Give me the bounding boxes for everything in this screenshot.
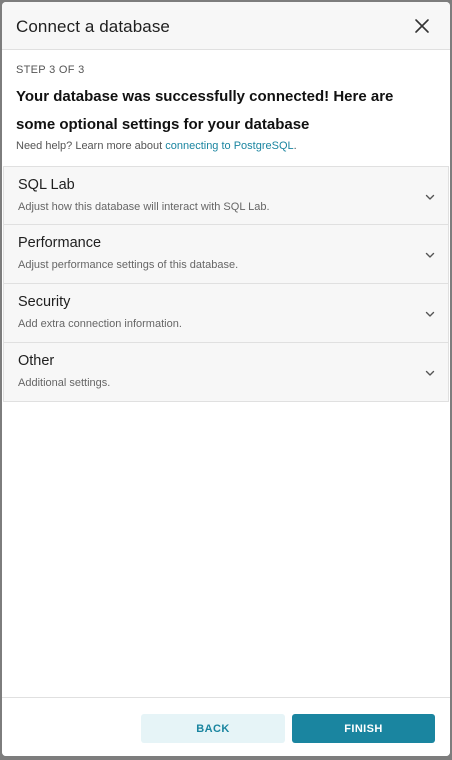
modal-title: Connect a database (16, 17, 170, 36)
panel-title: Other (18, 353, 55, 369)
close-icon (415, 19, 429, 33)
panel-title: Security (18, 294, 71, 310)
panel-title: Performance (18, 235, 102, 251)
modal-footer: BACK FINISH (2, 697, 450, 756)
postgresql-docs-link[interactable]: connecting to PostgreSQL (165, 140, 293, 152)
chevron-down-icon (425, 194, 435, 200)
chevron-down-icon (425, 252, 435, 258)
help-prefix: Need help? Learn more about (16, 140, 166, 152)
step-indicator: STEP 3 OF 3 (16, 64, 85, 76)
panel-description: Adjust how this database will interact w… (18, 201, 270, 213)
back-button[interactable]: BACK (141, 714, 285, 743)
panel-description: Adjust performance settings of this data… (18, 259, 239, 271)
connect-database-modal: Connect a database STEP 3 OF 3 Your data… (2, 2, 450, 756)
modal-header: Connect a database (2, 2, 450, 50)
panel-sql-lab[interactable]: SQL Lab Adjust how this database will in… (3, 166, 449, 225)
finish-button[interactable]: FINISH (292, 714, 435, 743)
panel-security[interactable]: Security Add extra connection informatio… (3, 284, 449, 343)
panel-other[interactable]: Other Additional settings. (3, 343, 449, 402)
close-button[interactable] (412, 16, 432, 36)
success-headline: Your database was successfully connected… (16, 88, 394, 133)
panel-description: Add extra connection information. (18, 318, 182, 330)
chevron-down-icon (425, 311, 435, 317)
panel-title: SQL Lab (18, 177, 75, 193)
panel-description: Additional settings. (18, 377, 111, 389)
panel-performance[interactable]: Performance Adjust performance settings … (3, 225, 449, 284)
help-text: Need help? Learn more about connecting t… (16, 140, 297, 152)
chevron-down-icon (425, 370, 435, 376)
settings-collapse: SQL Lab Adjust how this database will in… (3, 166, 449, 402)
help-suffix: . (293, 140, 297, 152)
